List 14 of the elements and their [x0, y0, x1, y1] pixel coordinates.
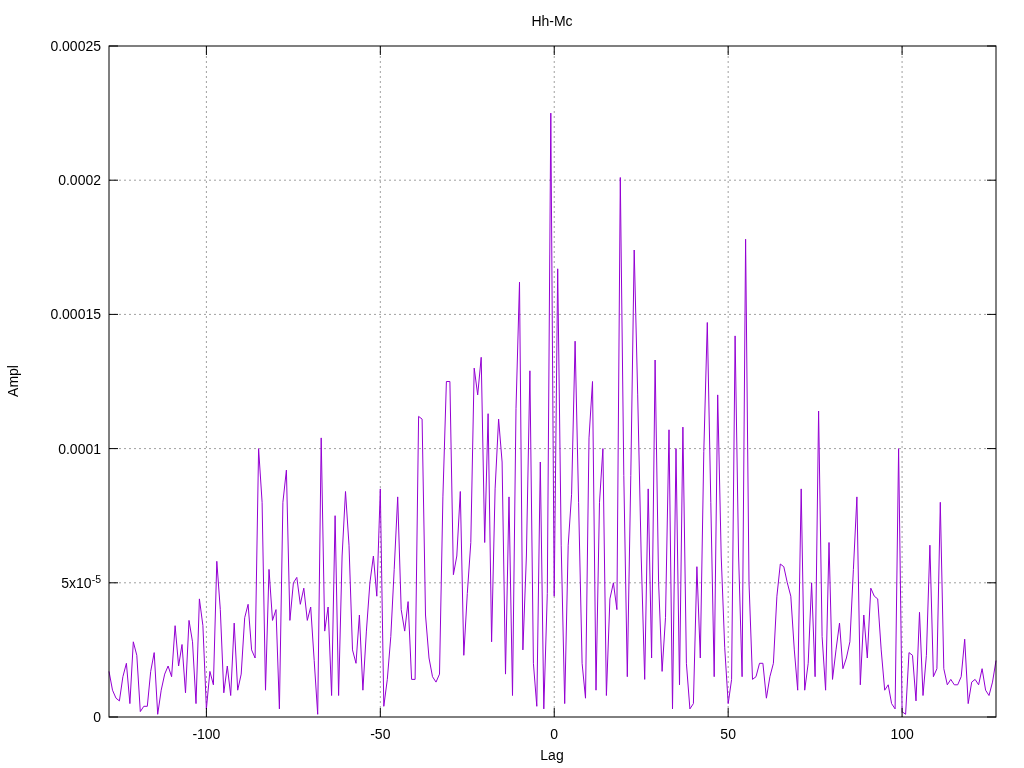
y-axis-label: Ampl [5, 365, 21, 397]
x-axis-label: Lag [539, 747, 565, 763]
x-tick-label: 0 [550, 726, 559, 742]
x-tick-label: -100 [192, 726, 221, 742]
y-tick-label: 5x10$^{-5}$ [61, 574, 101, 591]
x-tick-label: 50 [720, 726, 736, 742]
y-tick-label: 0.00015 [50, 306, 101, 323]
x-tick-label: -50 [370, 726, 391, 742]
x-tick-label: 100 [890, 726, 914, 742]
chart-title: Hh-Mc [530, 13, 574, 29]
y-tick-label: 0.0002 [58, 172, 101, 189]
y-tick-label: 0.0001 [58, 440, 101, 457]
y-tick-label: 0 [93, 709, 101, 725]
y-tick-label: 0.00025 [50, 38, 101, 54]
